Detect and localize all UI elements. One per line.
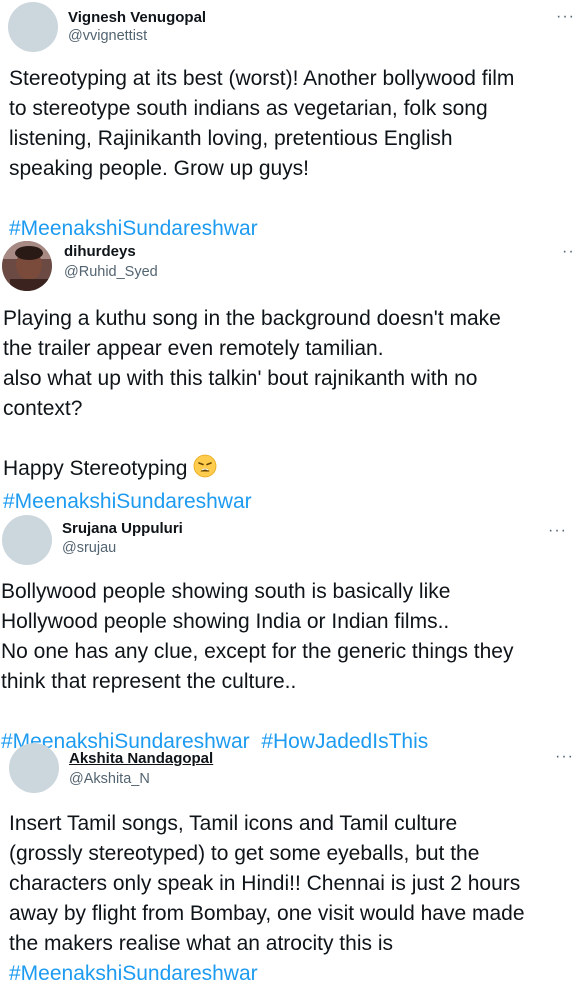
- avatar[interactable]: [8, 2, 58, 52]
- tweet-line: Playing a kuthu song in the background d…: [3, 307, 501, 330]
- avatar[interactable]: [9, 743, 59, 793]
- hashtag-link[interactable]: #MeenakshiSundareshwar: [3, 490, 252, 513]
- tweet-line: characters only speak in Hindi!! Chennai…: [9, 872, 521, 895]
- tweet-line: the makers realise what an atrocity this…: [9, 932, 393, 955]
- more-options-icon[interactable]: ···: [555, 749, 574, 765]
- tweet-line: speaking people. Grow up guys!: [9, 157, 310, 180]
- avatar[interactable]: [2, 241, 52, 291]
- tweet-text: Insert Tamil songs, Tamil icons and Tami…: [9, 809, 525, 989]
- tweet-line: context?: [3, 397, 83, 420]
- user-handle[interactable]: @Akshita_N: [69, 771, 150, 787]
- tweet-line: No one has any clue, except for the gene…: [1, 640, 514, 663]
- display-name[interactable]: Akshita Nandagopal: [69, 750, 213, 767]
- tweet-line: listening, Rajinikanth loving, pretentio…: [9, 127, 453, 150]
- profile-photo-icon: [2, 241, 52, 291]
- avatar[interactable]: [2, 515, 52, 565]
- tweet-line: think that represent the culture..: [1, 670, 297, 693]
- display-name[interactable]: dihurdeys: [64, 243, 136, 260]
- user-handle[interactable]: @vvignettist: [68, 28, 147, 44]
- more-options-icon[interactable]: ··: [562, 244, 575, 260]
- tweet-line: Happy Stereotyping: [3, 457, 188, 480]
- tweet-line: (grossly stereotyped) to get some eyebal…: [9, 842, 480, 865]
- display-name[interactable]: Srujana Uppuluri: [62, 520, 183, 537]
- tweet-line: Hollywood people showing India or Indian…: [1, 610, 450, 633]
- weary-face-icon: [193, 454, 217, 487]
- tweet-line: also what up with this talkin' bout rajn…: [3, 367, 478, 390]
- tweet-line: Bollywood people showing south is basica…: [1, 580, 451, 603]
- tweet-line: Stereotyping at its best (worst)! Anothe…: [9, 67, 515, 90]
- tweet-text: Stereotyping at its best (worst)! Anothe…: [9, 64, 514, 244]
- user-handle[interactable]: @Ruhid_Syed: [64, 264, 158, 280]
- tweet-text: Bollywood people showing south is basica…: [1, 577, 513, 757]
- user-handle[interactable]: @srujau: [62, 540, 116, 556]
- hashtag-link[interactable]: #HowJadedIsThis: [261, 730, 428, 753]
- more-options-icon[interactable]: ···: [556, 9, 575, 25]
- tweet-line: to stereotype south indians as vegetaria…: [9, 97, 488, 120]
- display-name[interactable]: Vignesh Venugopal: [68, 9, 206, 26]
- more-options-icon[interactable]: ···: [548, 523, 567, 539]
- tweet-line: the trailer appear even remotely tamilia…: [3, 337, 384, 360]
- tweet-line: Insert Tamil songs, Tamil icons and Tami…: [9, 812, 458, 835]
- tweet-line: away by flight from Bombay, one visit wo…: [9, 902, 525, 925]
- tweet-text: Playing a kuthu song in the background d…: [3, 304, 501, 517]
- hashtag-link[interactable]: #MeenakshiSundareshwar: [9, 217, 258, 240]
